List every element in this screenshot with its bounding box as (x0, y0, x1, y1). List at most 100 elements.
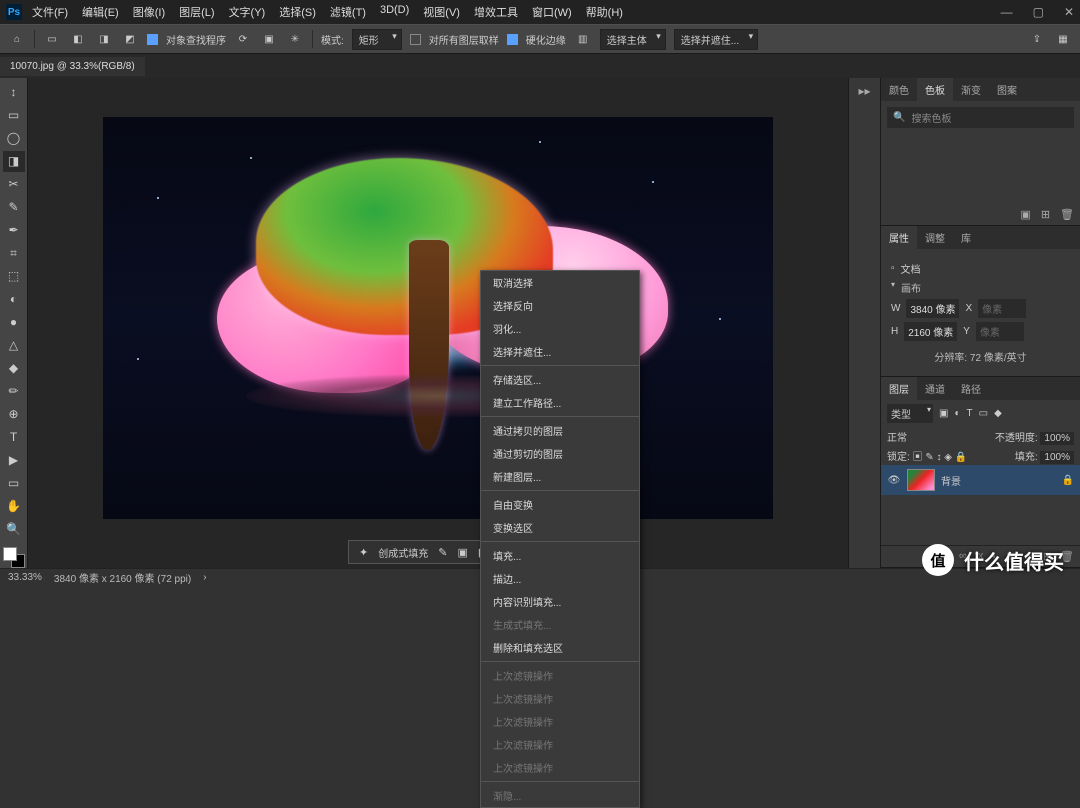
maximize-button[interactable]: ▢ (1033, 5, 1044, 19)
context-menu-item[interactable]: 内容识别填充... (481, 590, 639, 613)
context-menu-item[interactable]: 通过剪切的图层 (481, 442, 639, 465)
swatch-search[interactable]: 🔍 搜索色板 (887, 107, 1074, 128)
refresh-icon[interactable]: ⟳ (234, 30, 252, 48)
visibility-toggle[interactable]: 👁 (887, 475, 901, 486)
sub-sel-icon[interactable]: ◨ (95, 30, 113, 48)
zoom-readout[interactable]: 33.33% (8, 572, 42, 583)
menu-help[interactable]: 帮助(H) (586, 4, 623, 20)
gear-icon[interactable]: ✳ (286, 30, 304, 48)
menu-select[interactable]: 选择(S) (279, 4, 316, 20)
w-field[interactable]: 3840 像素 (906, 299, 959, 318)
menu-edit[interactable]: 编辑(E) (82, 4, 119, 20)
strip-icon-1[interactable]: ▸▸ (858, 84, 870, 98)
fill-value[interactable]: 100% (1040, 451, 1074, 464)
context-menu-item[interactable]: 变换选区 (481, 516, 639, 539)
gen-fill-button[interactable]: 创成式填充 (378, 545, 428, 560)
tab-gradient[interactable]: 渐变 (953, 78, 989, 101)
menu-file[interactable]: 文件(F) (32, 4, 68, 20)
crop-tool[interactable]: ✂ (3, 174, 25, 195)
layer-row[interactable]: 👁 背景 🔒 (881, 465, 1080, 495)
add-sel-icon[interactable]: ◧ (69, 30, 87, 48)
mask-icon[interactable]: ▣ (457, 546, 467, 559)
workspace-icon[interactable]: ▦ (1054, 30, 1072, 48)
fg-color[interactable] (3, 547, 17, 561)
filter-ico-2[interactable]: T (967, 408, 973, 419)
brush-small-icon[interactable]: ✎ (438, 546, 447, 559)
swatch-folder-icon[interactable]: ▣ (1020, 208, 1030, 221)
menu-image[interactable]: 图像(I) (133, 4, 165, 20)
intersect-sel-icon[interactable]: ◩ (121, 30, 139, 48)
path-tool[interactable]: ▶ (3, 449, 25, 470)
context-menu-item[interactable]: 通过拷贝的图层 (481, 419, 639, 442)
context-menu-item[interactable]: 选择并遮住... (481, 340, 639, 363)
tool-icon[interactable]: ▭ (43, 30, 61, 48)
mode-select[interactable]: 矩形 (352, 29, 402, 50)
menu-layer[interactable]: 图层(L) (179, 4, 214, 20)
cloud-icon[interactable]: ▣ (260, 30, 278, 48)
subject-finder-check[interactable] (147, 34, 158, 45)
filter-ico-4[interactable]: ◆ (994, 408, 1002, 419)
context-menu-item[interactable]: 存储选区... (481, 368, 639, 391)
frame-tool[interactable]: ✎ (3, 197, 25, 218)
layer-filter-kind[interactable]: 类型 (887, 404, 933, 423)
tab-paths[interactable]: 路径 (953, 377, 989, 400)
object-select-tool[interactable]: ◨ (3, 151, 25, 172)
context-menu-item[interactable]: 新建图层... (481, 465, 639, 488)
tab-color[interactable]: 颜色 (881, 78, 917, 101)
canvas-image[interactable] (103, 117, 773, 519)
tab-layers[interactable]: 图层 (881, 377, 917, 400)
h-field[interactable]: 2160 像素 (904, 322, 957, 341)
hand-tool[interactable]: ✋ (3, 495, 25, 516)
dodge-tool[interactable]: ⊕ (3, 403, 25, 424)
context-menu-item[interactable]: 羽化... (481, 317, 639, 340)
select-and-mask-button[interactable]: 选择并遮住... (674, 29, 758, 50)
tab-properties[interactable]: 属性 (881, 226, 917, 249)
menu-window[interactable]: 窗口(W) (532, 4, 572, 20)
context-menu-item[interactable]: 取消选择 (481, 271, 639, 294)
context-menu-item[interactable]: 自由变换 (481, 493, 639, 516)
minimize-button[interactable]: — (1001, 5, 1013, 19)
zoom-tool[interactable]: 🔍 (3, 518, 25, 539)
y-field[interactable]: 像素 (976, 322, 1024, 341)
lock-icon[interactable]: 🔒 (1062, 475, 1074, 486)
sample-all-check[interactable] (410, 34, 421, 45)
type-tool[interactable]: T (3, 426, 25, 447)
context-menu-item[interactable]: 删除和填充选区 (481, 636, 639, 659)
eyedropper-tool[interactable]: ✒ (3, 220, 25, 241)
context-menu-item[interactable]: 选择反向 (481, 294, 639, 317)
gradient-tool[interactable]: ◆ (3, 357, 25, 378)
tab-pattern[interactable]: 图案 (989, 78, 1025, 101)
tab-channels[interactable]: 通道 (917, 377, 953, 400)
eraser-tool[interactable]: △ (3, 334, 25, 355)
menu-type[interactable]: 文字(Y) (229, 4, 266, 20)
tab-swatches[interactable]: 色板 (917, 78, 953, 101)
context-menu-item[interactable]: 描边... (481, 567, 639, 590)
status-arrow-icon[interactable]: › (203, 572, 206, 583)
document-tab[interactable]: 10070.jpg @ 33.3%(RGB/8) (0, 57, 145, 76)
menu-3d[interactable]: 3D(D) (380, 4, 409, 20)
menu-view[interactable]: 视图(V) (423, 4, 460, 20)
move-tool[interactable]: ↕ (3, 82, 25, 103)
canvas-area[interactable]: ✦ 创成式填充 ✎ ▣ ◩ ⇄ 选择 ⋯ (28, 78, 848, 568)
marquee-tool[interactable]: ▭ (3, 105, 25, 126)
close-button[interactable]: ✕ (1064, 5, 1074, 19)
tab-lib[interactable]: 库 (953, 226, 979, 249)
blend-mode[interactable]: 正常 (887, 429, 907, 444)
x-field[interactable]: 像素 (978, 299, 1026, 318)
lasso-tool[interactable]: ◯ (3, 128, 25, 149)
blur-tool[interactable]: ✏ (3, 380, 25, 401)
shape-tool[interactable]: ▭ (3, 472, 25, 493)
heal-tool[interactable]: ⌗ (3, 243, 25, 264)
swatch-new-icon[interactable]: ⊞ (1041, 208, 1050, 221)
canvas-section[interactable]: 画布 (891, 280, 1070, 295)
swatch-trash-icon[interactable]: 🗑 (1060, 208, 1074, 221)
filter-ico-1[interactable]: ◐ (954, 408, 960, 419)
history-brush-tool[interactable]: ● (3, 312, 25, 333)
menu-plugins[interactable]: 增效工具 (474, 4, 518, 20)
filter-ico-3[interactable]: ▭ (979, 408, 988, 419)
context-menu-item[interactable]: 填充... (481, 544, 639, 567)
antialias-check[interactable] (507, 34, 518, 45)
layer-name[interactable]: 背景 (941, 473, 961, 488)
color-swatches[interactable] (3, 547, 25, 568)
menu-filter[interactable]: 滤镜(T) (330, 4, 366, 20)
